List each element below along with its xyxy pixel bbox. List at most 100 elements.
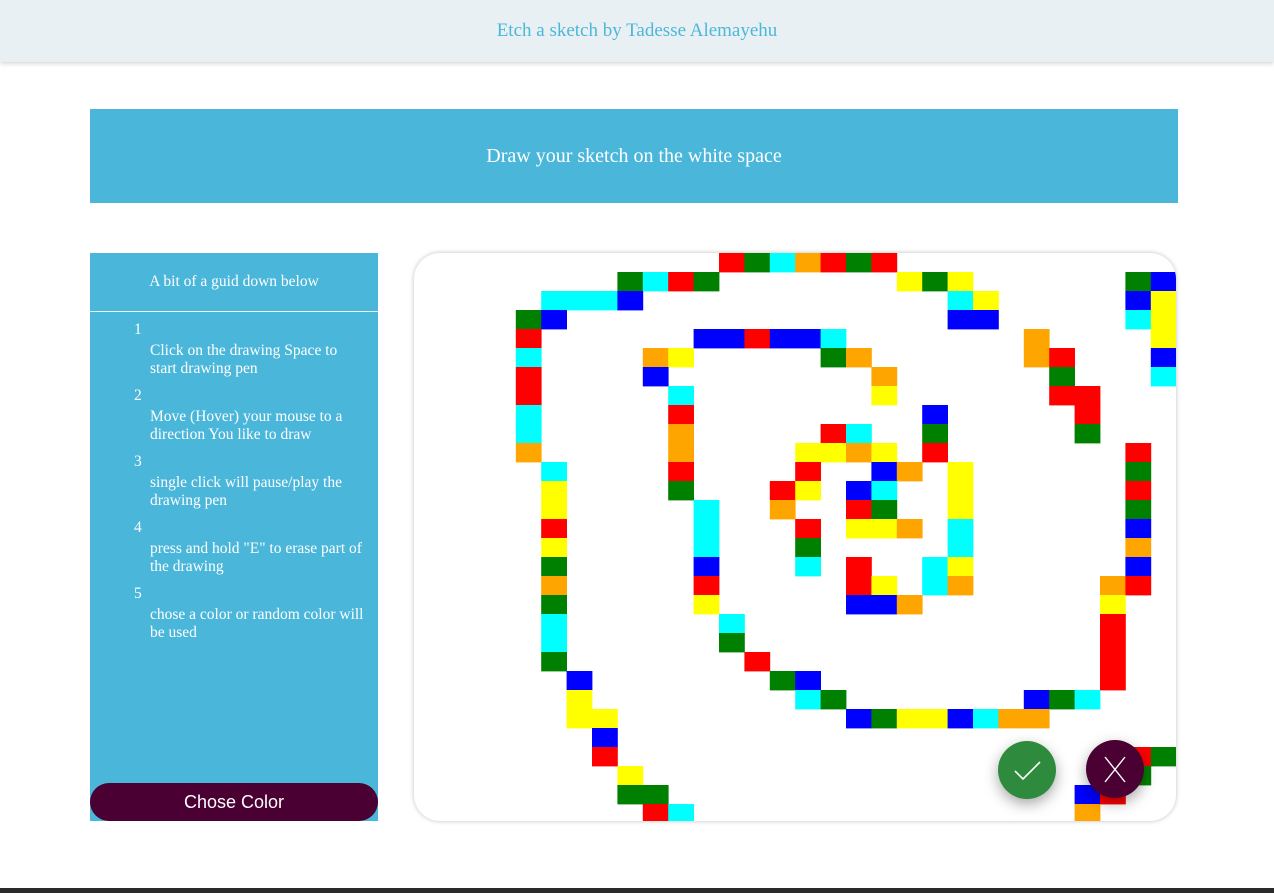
guide-panel: A bit of a guid down below 1 Click on th… xyxy=(90,253,378,821)
drawn-cell xyxy=(820,348,847,368)
drawn-cell xyxy=(1150,329,1176,349)
drawn-cell xyxy=(896,709,923,729)
drawn-cell xyxy=(871,443,898,463)
drawn-cell xyxy=(541,652,567,672)
drawn-cell xyxy=(1150,348,1176,368)
drawn-cell xyxy=(769,481,796,501)
drawn-cell xyxy=(947,538,974,558)
drawn-cell xyxy=(617,785,644,805)
drawn-cell xyxy=(871,462,898,482)
drawn-cell xyxy=(1100,595,1126,615)
drawn-cell xyxy=(719,633,745,653)
drawn-cell xyxy=(871,386,898,406)
drawn-cell xyxy=(515,367,542,387)
drawing-grid[interactable] xyxy=(414,253,1176,821)
guide-title: A bit of a guid down below xyxy=(90,253,378,312)
drawn-cell xyxy=(617,766,644,786)
banner-text: Draw your sketch on the white space xyxy=(486,144,782,167)
drawn-cell xyxy=(1100,614,1126,634)
drawn-cell xyxy=(668,424,694,444)
drawn-cell xyxy=(1150,272,1176,292)
drawn-cell xyxy=(896,272,923,292)
drawn-cell xyxy=(871,519,898,539)
drawn-cell xyxy=(896,462,923,482)
drawn-cell xyxy=(693,576,720,596)
drawn-cell xyxy=(515,405,542,425)
drawn-cell xyxy=(1125,481,1152,501)
drawn-cell xyxy=(795,481,821,501)
drawn-cell xyxy=(820,690,847,710)
drawn-cell xyxy=(947,272,974,292)
drawn-cell xyxy=(1074,690,1101,710)
drawn-cell xyxy=(541,500,567,520)
drawn-cell xyxy=(566,709,593,729)
drawn-cell xyxy=(566,291,593,311)
drawn-cell xyxy=(795,253,821,273)
drawn-cell xyxy=(541,462,567,482)
drawn-cell xyxy=(668,405,694,425)
drawn-cell xyxy=(1150,310,1176,330)
drawn-cell xyxy=(795,557,821,577)
drawn-cell xyxy=(769,253,796,273)
guide-step: 4 press and hold "E" to erase part of th… xyxy=(134,519,378,576)
guide-step: 1 Click on the drawing Space to start dr… xyxy=(134,321,378,378)
drawn-cell xyxy=(541,595,567,615)
drawn-cell xyxy=(1125,310,1152,330)
drawn-cell xyxy=(1023,348,1050,368)
step-text: press and hold "E" to erase part of the … xyxy=(150,540,362,575)
drawn-cell xyxy=(1125,272,1152,292)
drawn-cell xyxy=(947,291,974,311)
drawn-cell xyxy=(795,462,821,482)
drawn-cell xyxy=(515,348,542,368)
close-icon xyxy=(1104,756,1126,783)
drawn-cell xyxy=(1023,709,1050,729)
drawn-cell xyxy=(642,348,669,368)
drawn-cell xyxy=(566,690,593,710)
drawn-cell xyxy=(744,652,771,672)
drawn-cell xyxy=(1074,424,1101,444)
drawn-cell xyxy=(1150,367,1176,387)
drawn-cell xyxy=(1074,386,1101,406)
clear-button[interactable] xyxy=(1086,740,1144,798)
guide-steps: 1 Click on the drawing Space to start dr… xyxy=(90,321,378,642)
drawn-cell xyxy=(592,291,618,311)
drawn-cell xyxy=(947,462,974,482)
drawn-cell xyxy=(769,500,796,520)
drawn-cell xyxy=(1150,291,1176,311)
drawn-cell xyxy=(795,690,821,710)
drawn-cell xyxy=(846,443,872,463)
confirm-button[interactable] xyxy=(998,741,1056,799)
drawn-cell xyxy=(1125,291,1152,311)
drawn-cell xyxy=(769,329,796,349)
drawn-cell xyxy=(846,576,872,596)
drawn-cell xyxy=(1049,690,1075,710)
drawn-cell xyxy=(922,443,948,463)
drawn-cell xyxy=(668,348,694,368)
drawn-cell xyxy=(541,310,567,330)
drawn-cell xyxy=(719,614,745,634)
drawn-cell xyxy=(515,424,542,444)
step-text: Click on the drawing Space to start draw… xyxy=(150,342,338,377)
drawn-cell xyxy=(1125,443,1152,463)
drawn-cell xyxy=(515,386,542,406)
drawing-canvas[interactable] xyxy=(414,253,1176,821)
drawn-cell xyxy=(820,329,847,349)
drawn-cell xyxy=(896,519,923,539)
drawn-cell xyxy=(1100,633,1126,653)
drawn-cell xyxy=(846,424,872,444)
choose-color-button[interactable]: Chose Color xyxy=(90,783,378,821)
drawn-cell xyxy=(922,576,948,596)
drawn-cell xyxy=(973,291,999,311)
drawn-cell xyxy=(541,614,567,634)
drawn-cell xyxy=(922,557,948,577)
drawn-cell xyxy=(947,576,974,596)
step-text: single click will pause/play the drawing… xyxy=(150,474,342,509)
drawn-cell xyxy=(769,671,796,691)
drawn-cell xyxy=(1023,690,1050,710)
drawn-cell xyxy=(846,709,872,729)
drawn-cell xyxy=(795,443,821,463)
drawn-cell xyxy=(642,367,669,387)
drawn-cell xyxy=(922,272,948,292)
drawn-cell xyxy=(1049,386,1075,406)
drawn-cell xyxy=(693,272,720,292)
